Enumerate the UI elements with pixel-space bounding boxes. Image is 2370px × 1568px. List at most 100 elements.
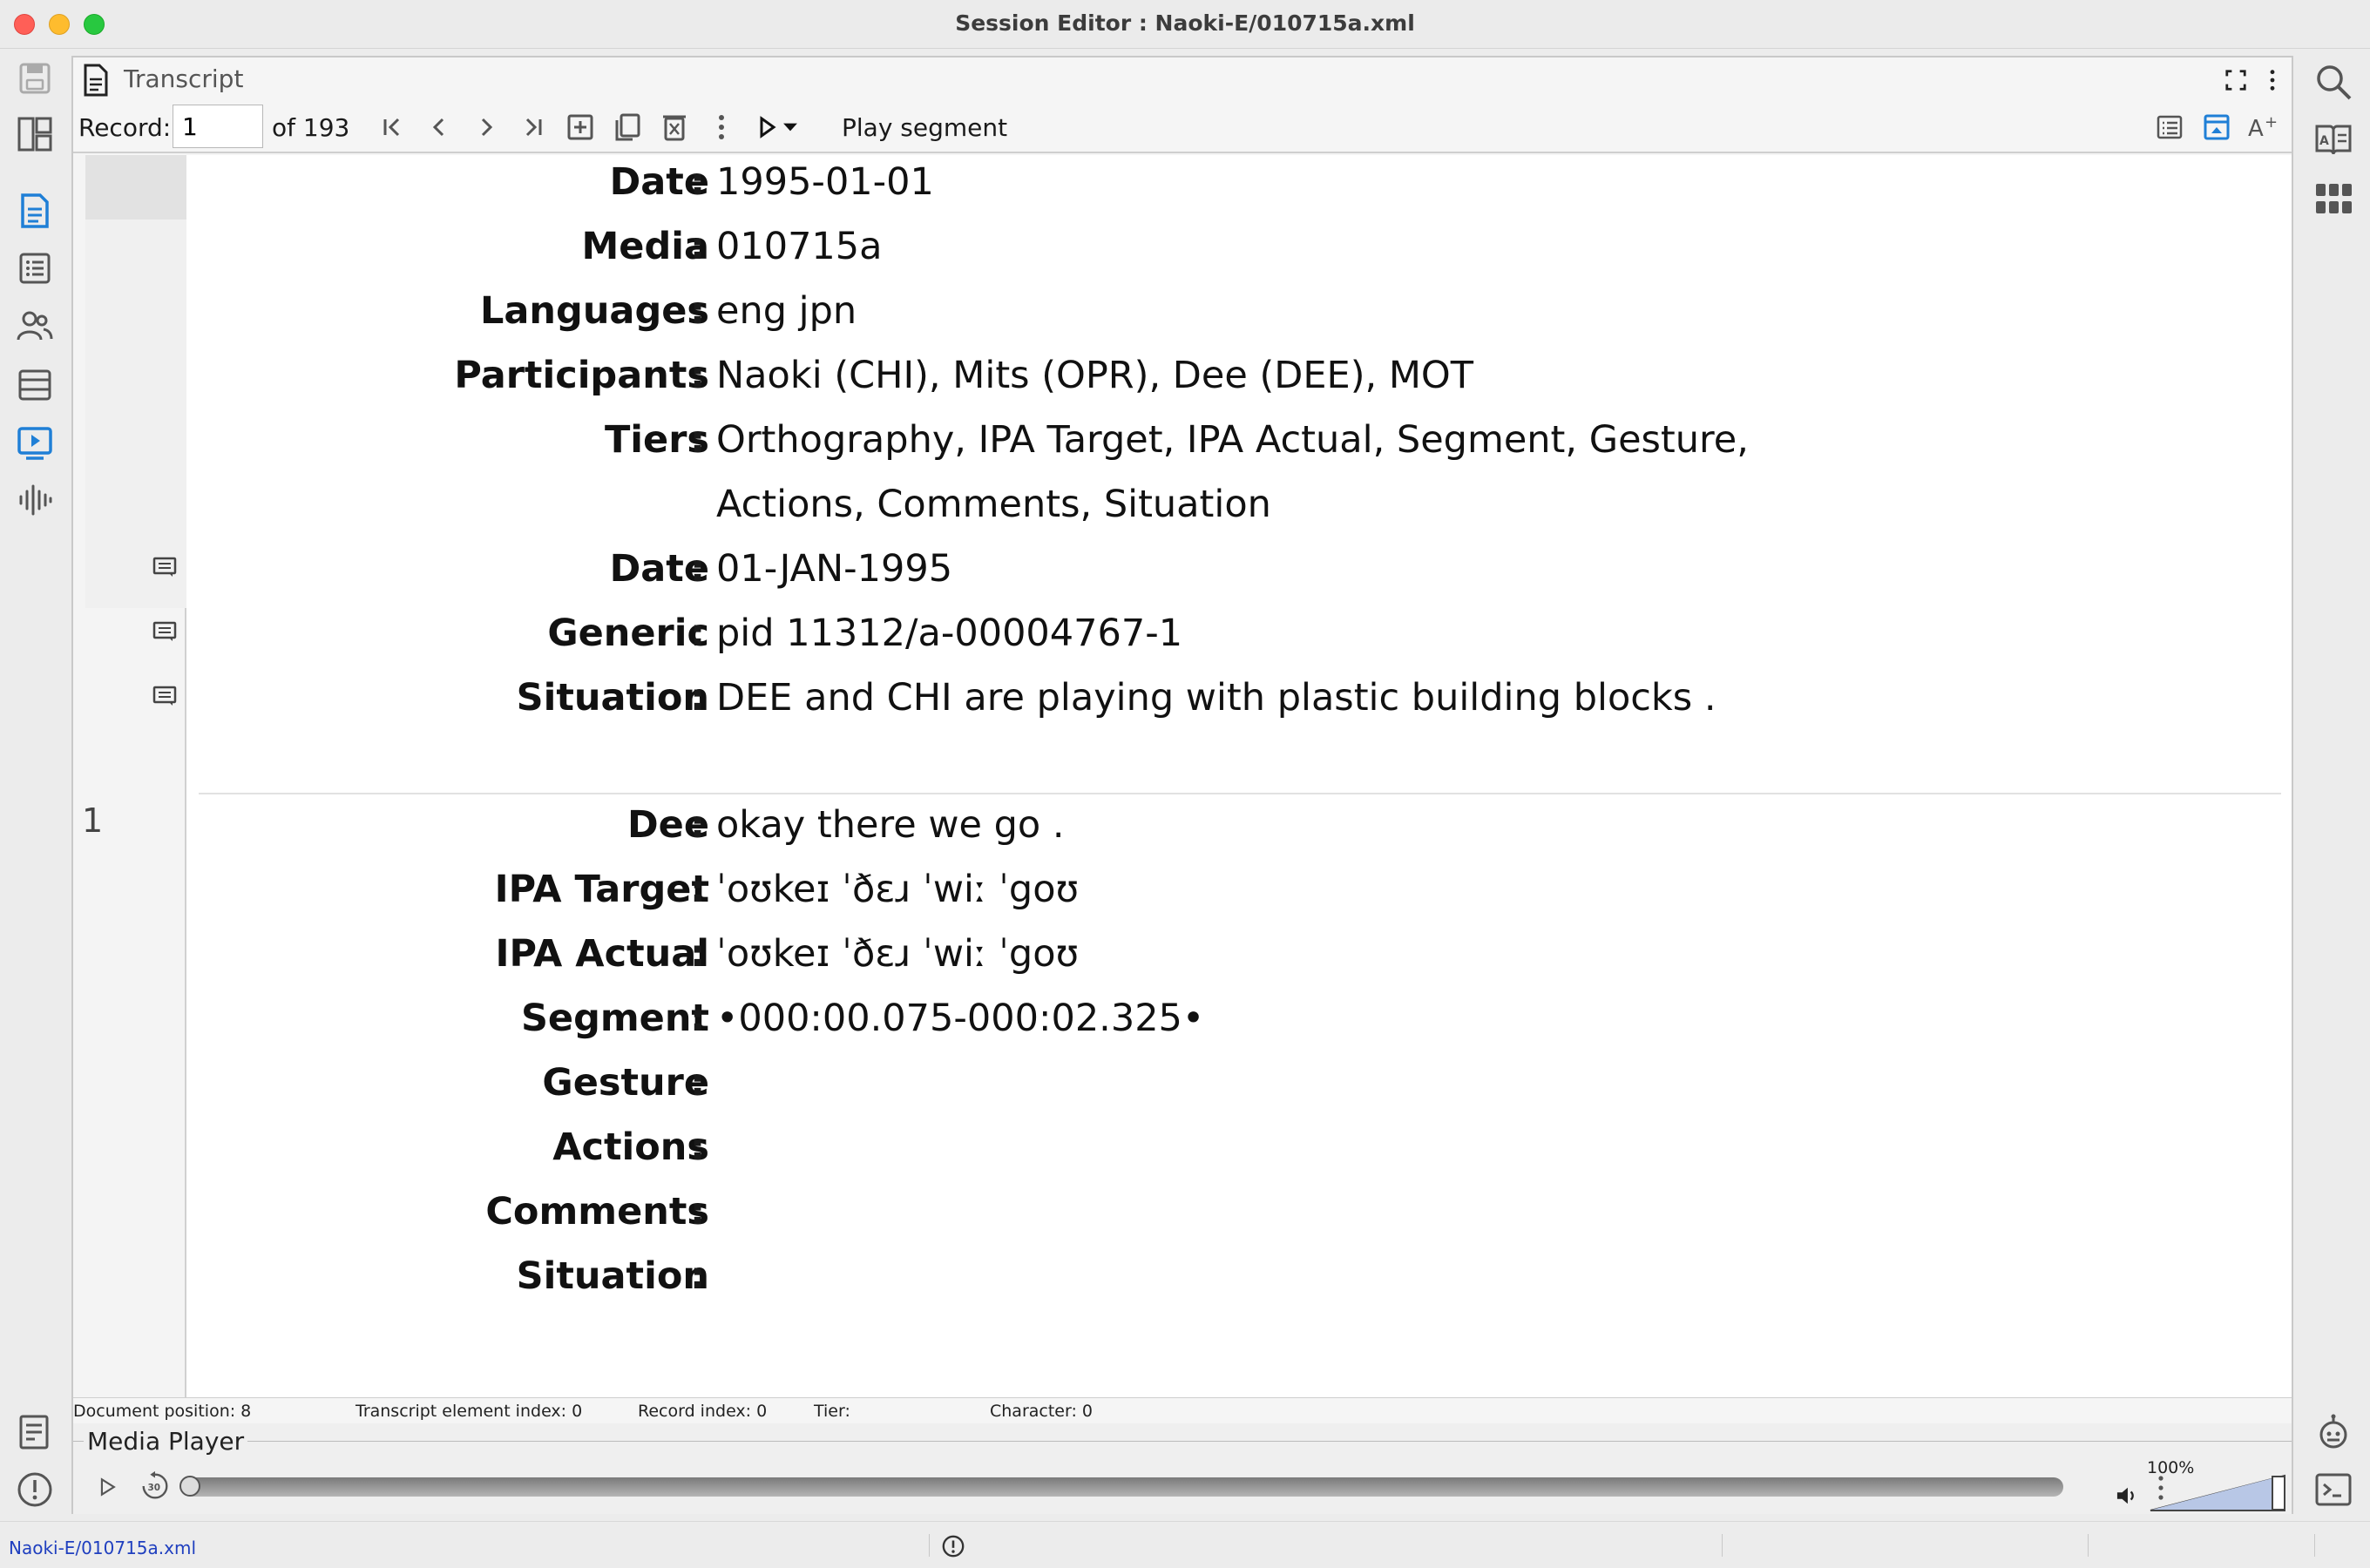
record-count: of 193 xyxy=(272,113,350,142)
record-toolbar: Record: of 193 P xyxy=(73,103,2292,153)
notes-icon[interactable] xyxy=(14,1411,56,1453)
dictionary-icon[interactable]: A xyxy=(2311,117,2356,162)
tier-value[interactable]: Naoki (CHI), Mits (OPR), Dee (DEE), MOT xyxy=(716,354,1473,397)
record-number-input[interactable] xyxy=(173,105,263,148)
media-player-title: Media Player xyxy=(84,1427,248,1456)
character-position: Character: 0 xyxy=(990,1402,1093,1421)
document-position: Document position: 8 xyxy=(73,1402,252,1421)
layout-icon[interactable] xyxy=(14,113,56,155)
terminal-icon[interactable] xyxy=(2311,1467,2356,1512)
header-line[interactable]: Date:01-JAN-1995 xyxy=(186,547,2278,612)
tier-value[interactable]: Orthography, IPA Target, IPA Actual, Seg… xyxy=(716,418,1749,462)
status-divider xyxy=(1722,1534,1723,1557)
record-tier[interactable]: Actions: xyxy=(186,1125,2278,1190)
tier-label: Segment xyxy=(520,997,709,1040)
tier-colon: : xyxy=(690,676,706,720)
title-bar: Session Editor : Naoki-E/010715a.xml xyxy=(0,0,2370,49)
media-player-divider xyxy=(73,1441,2292,1442)
tier-value[interactable]: ˈoʊkeɪ ˈðɛɹ ˈwiː ˈgoʊ xyxy=(716,932,1079,976)
transcript-view-icon[interactable] xyxy=(14,190,56,232)
search-icon[interactable] xyxy=(2311,59,2356,105)
comment-icon[interactable] xyxy=(152,556,178,578)
header-line[interactable]: Date:1995-01-01 xyxy=(186,160,2278,225)
record-tier[interactable]: Gesture: xyxy=(186,1061,2278,1125)
record-tier[interactable]: IPA Target: ˈoʊkeɪ ˈðɛɹ ˈwiː ˈgoʊ xyxy=(186,868,2278,932)
first-record-icon[interactable] xyxy=(373,108,411,146)
warning-icon[interactable] xyxy=(14,1469,56,1511)
header-line[interactable]: Media:010715a xyxy=(186,225,2278,289)
record-number: 1 xyxy=(82,801,104,840)
tier-value[interactable]: 1995-01-01 xyxy=(716,160,934,204)
play-icon[interactable] xyxy=(91,1470,124,1504)
fullscreen-icon[interactable] xyxy=(2220,64,2252,96)
record-tier[interactable]: Dee: okay there we go . xyxy=(186,803,2278,868)
record-tier[interactable]: Comments: xyxy=(186,1190,2278,1254)
replay-30-icon[interactable]: 30 xyxy=(136,1467,174,1505)
status-divider xyxy=(929,1534,930,1557)
previous-record-icon[interactable] xyxy=(420,108,458,146)
tier-value[interactable]: eng jpn xyxy=(716,289,857,333)
header-line[interactable]: Generic: pid 11312/a-00004767-1 xyxy=(186,612,2278,676)
play-options-chevron-down-icon[interactable] xyxy=(777,108,803,146)
header-line[interactable]: Participants: Naoki (CHI), Mits (OPR), De… xyxy=(186,354,2278,418)
panel-menu-icon[interactable] xyxy=(2257,64,2288,96)
tier-value[interactable]: pid 11312/a-00004767-1 xyxy=(716,612,1182,655)
svg-text:A: A xyxy=(2319,134,2329,148)
grid-view-icon[interactable] xyxy=(2311,176,2356,221)
comment-icon[interactable] xyxy=(152,620,178,643)
tier-value[interactable]: 01-JAN-1995 xyxy=(716,547,952,591)
delete-record-icon[interactable] xyxy=(655,108,694,146)
tier-colon: : xyxy=(690,354,706,397)
seek-bar[interactable] xyxy=(183,1477,2063,1497)
record-tier[interactable]: IPA Actual: ˈoʊkeɪ ˈðɛɹ ˈwiː ˈgoʊ xyxy=(186,932,2278,997)
tier-colon: : xyxy=(690,868,706,911)
tiers-icon[interactable] xyxy=(14,364,56,406)
record-tier[interactable]: Segment: •000:00.075-000:02.325• xyxy=(186,997,2278,1061)
panel-title: Transcript xyxy=(124,64,244,93)
media-player-icon[interactable] xyxy=(14,422,56,463)
record-list-icon[interactable] xyxy=(14,247,56,289)
file-path-link[interactable]: Naoki-E/010715a.xml xyxy=(9,1538,196,1558)
font-size-icon[interactable]: A + xyxy=(2243,108,2281,146)
tier-value[interactable]: Actions, Comments, Situation xyxy=(716,483,1271,526)
record-label: Record: xyxy=(78,113,172,142)
transcript-editor[interactable]: 1 Date:1995-01-01 Media:010715a Language… xyxy=(73,155,2292,1397)
current-tier: Tier: xyxy=(814,1402,850,1421)
volume-slider[interactable] xyxy=(2149,1474,2288,1512)
status-warning-icon[interactable] xyxy=(939,1532,967,1560)
header-line[interactable]: Tiers: Orthography, IPA Target, IPA Actua… xyxy=(186,418,2278,483)
element-index: Transcript element index: 0 xyxy=(356,1402,583,1421)
tier-value[interactable]: 010715a xyxy=(716,225,883,268)
add-record-icon[interactable] xyxy=(561,108,599,146)
record-menu-icon[interactable] xyxy=(702,108,741,146)
tier-label: Gesture xyxy=(542,1061,709,1105)
tier-value[interactable]: ˈoʊkeɪ ˈðɛɹ ˈwiː ˈgoʊ xyxy=(716,868,1079,911)
tier-value[interactable]: •000:00.075-000:02.325• xyxy=(716,997,1204,1040)
save-icon[interactable] xyxy=(14,57,56,99)
status-divider xyxy=(2314,1534,2315,1557)
tier-colon: : xyxy=(690,997,706,1040)
waveform-icon[interactable] xyxy=(14,479,56,521)
participants-icon[interactable] xyxy=(14,305,56,347)
status-divider xyxy=(2088,1534,2089,1557)
editor-status-strip: Document position: 8 Transcript element … xyxy=(73,1397,2292,1423)
record-tier[interactable]: Situation: xyxy=(186,1254,2278,1319)
gutter-header-region xyxy=(85,220,186,608)
header-toggle-icon[interactable] xyxy=(2197,108,2236,146)
volume-icon[interactable] xyxy=(2112,1483,2142,1509)
assistant-icon[interactable] xyxy=(2311,1409,2356,1455)
tier-colon: : xyxy=(690,1254,706,1298)
comment-icon[interactable] xyxy=(152,685,178,707)
record-view-icon[interactable] xyxy=(2150,108,2189,146)
left-toolbar xyxy=(0,49,70,1521)
seek-handle[interactable] xyxy=(179,1476,200,1497)
header-line-continued[interactable]: Actions, Comments, Situation xyxy=(186,483,2278,547)
tier-value[interactable]: DEE and CHI are playing with plastic bui… xyxy=(716,676,1717,720)
play-segment-button[interactable]: Play segment xyxy=(842,113,1007,142)
duplicate-record-icon[interactable] xyxy=(608,108,647,146)
header-line[interactable]: Situation: DEE and CHI are playing with p… xyxy=(186,676,2278,740)
tier-value[interactable]: okay there we go . xyxy=(716,803,1065,847)
header-line[interactable]: Languages: eng jpn xyxy=(186,289,2278,354)
last-record-icon[interactable] xyxy=(514,108,552,146)
next-record-icon[interactable] xyxy=(467,108,505,146)
